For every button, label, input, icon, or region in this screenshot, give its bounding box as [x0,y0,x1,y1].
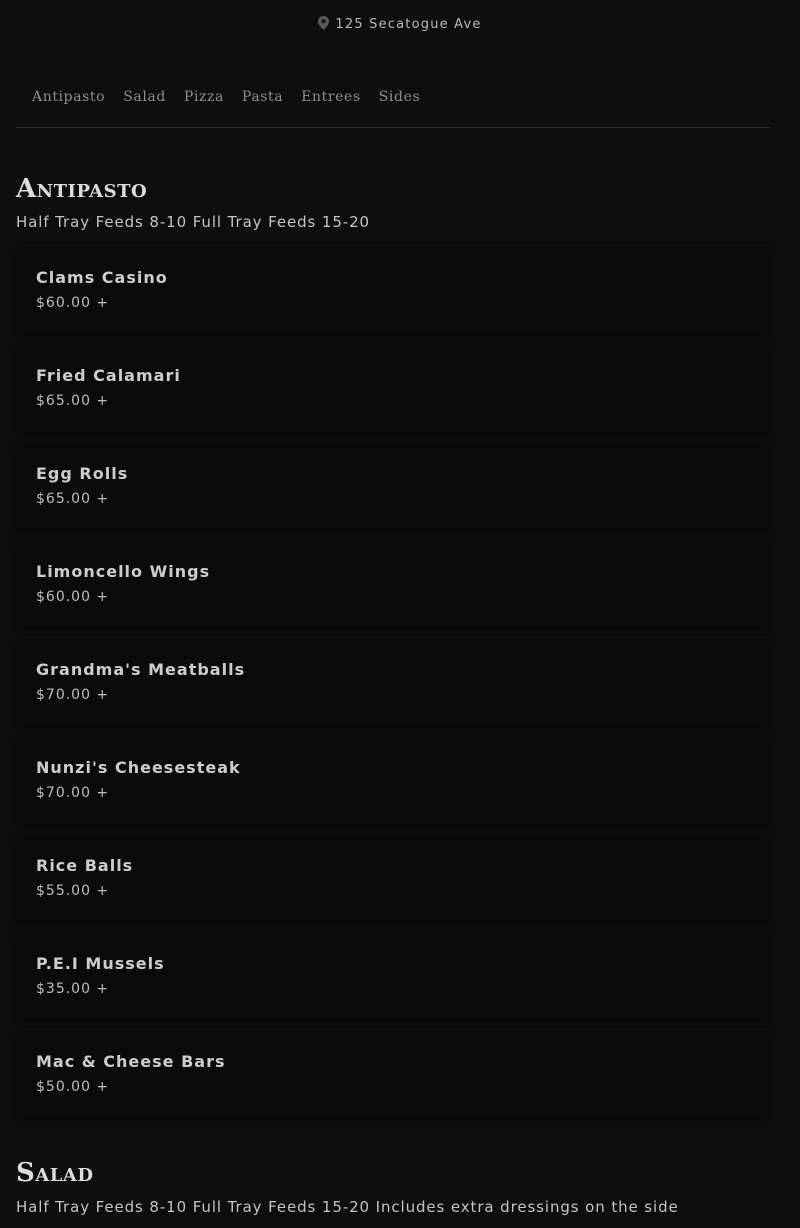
section-subtitle-antipasto: Half Tray Feeds 8-10 Full Tray Feeds 15-… [16,213,370,231]
item-name: P.E.I Mussels [36,954,165,973]
tab-salad[interactable]: Salad [123,87,166,107]
location-pin-icon [318,16,330,30]
tab-pasta[interactable]: Pasta [242,87,283,107]
item-name: Clams Casino [36,268,168,287]
item-price: $35.00 + [36,981,110,997]
menu-item-card[interactable]: Nunzi's Cheesesteak $70.00 + [16,736,770,823]
antipasto-item-list: Clams Casino $60.00 + Fried Calamari $65… [16,246,770,1128]
menu-item-card[interactable]: Grandma's Meatballs $70.00 + [16,638,770,725]
tabs-divider [16,127,770,128]
tab-sides[interactable]: Sides [379,87,421,107]
section-subtitle-salad: Half Tray Feeds 8-10 Full Tray Feeds 15-… [16,1198,679,1216]
item-price: $65.00 + [36,393,110,409]
item-name: Rice Balls [36,856,134,875]
section-title-antipasto: Antipasto [16,174,148,204]
item-price: $55.00 + [36,883,110,899]
menu-item-card[interactable]: Fried Calamari $65.00 + [16,344,770,431]
item-name: Egg Rolls [36,464,129,483]
tab-pizza[interactable]: Pizza [184,87,224,107]
menu-category-tabs: Antipasto Salad Pizza Pasta Entrees Side… [32,87,438,107]
item-price: $50.00 + [36,1079,110,1095]
item-name: Grandma's Meatballs [36,660,246,679]
item-name: Mac & Cheese Bars [36,1052,226,1071]
menu-item-card[interactable]: Mac & Cheese Bars $50.00 + [16,1030,770,1117]
address-text: 125 Secatogue Ave [335,17,482,32]
item-price: $65.00 + [36,491,110,507]
tab-entrees[interactable]: Entrees [301,87,361,107]
item-price: $60.00 + [36,589,110,605]
item-price: $60.00 + [36,295,110,311]
address-line[interactable]: 125 Secatogue Ave [0,16,800,34]
menu-item-card[interactable]: Limoncello Wings $60.00 + [16,540,770,627]
menu-item-card[interactable]: Clams Casino $60.00 + [16,246,770,333]
menu-item-card[interactable]: P.E.I Mussels $35.00 + [16,932,770,1019]
tab-antipasto[interactable]: Antipasto [32,87,105,107]
menu-item-card[interactable]: Egg Rolls $65.00 + [16,442,770,529]
item-price: $70.00 + [36,687,110,703]
menu-item-card[interactable]: Rice Balls $55.00 + [16,834,770,921]
item-name: Fried Calamari [36,366,181,385]
item-name: Limoncello Wings [36,562,211,581]
item-name: Nunzi's Cheesesteak [36,758,241,777]
item-price: $70.00 + [36,785,110,801]
section-title-salad: Salad [16,1158,94,1188]
menu-page: 125 Secatogue Ave Antipasto Salad Pizza … [0,0,800,1228]
